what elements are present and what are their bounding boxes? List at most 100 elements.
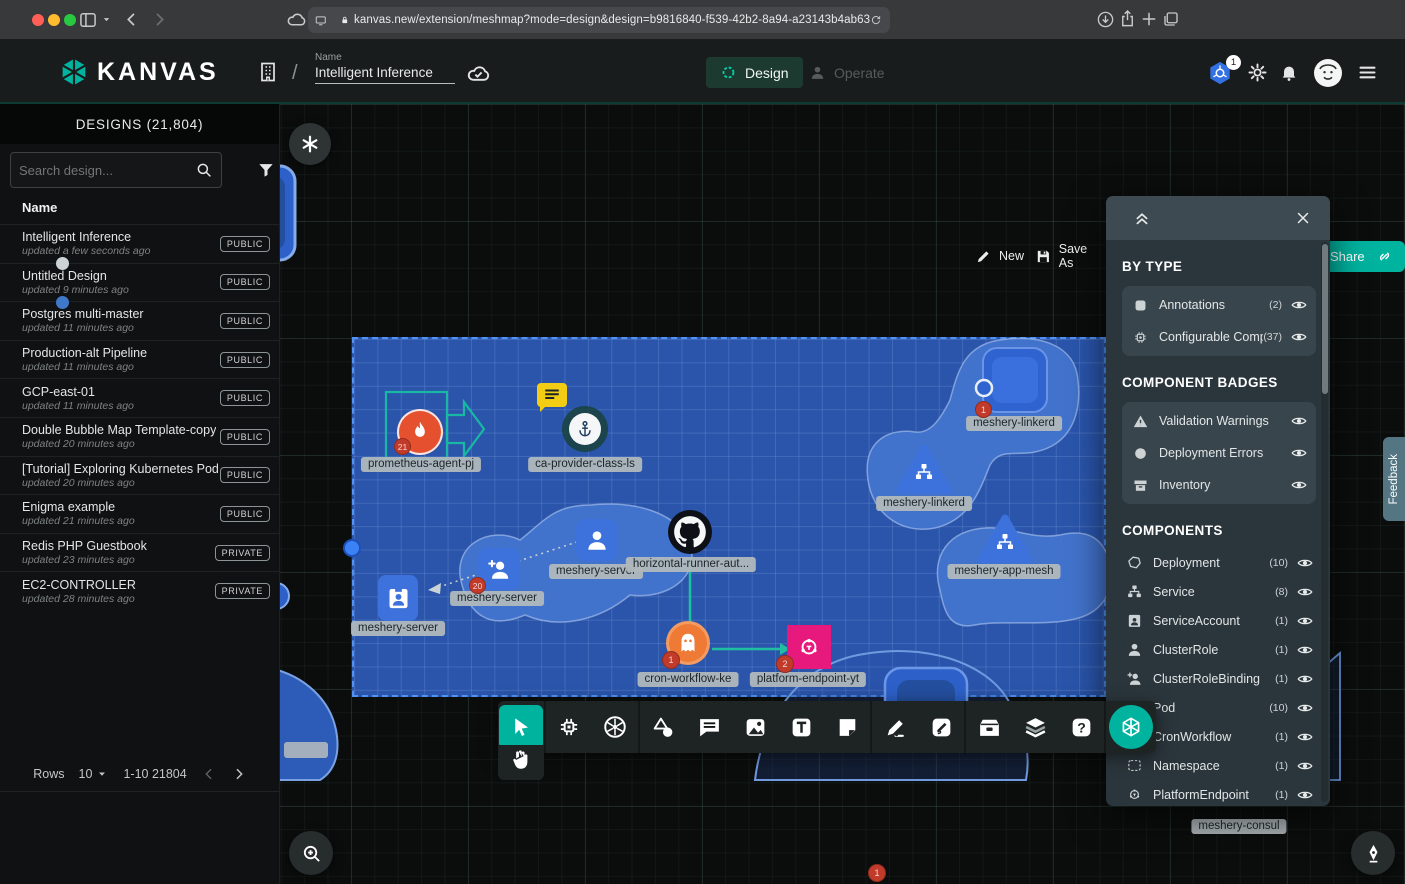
share-button[interactable]: Share (1318, 241, 1405, 272)
filter-icon[interactable] (256, 160, 276, 180)
new-tab-icon[interactable] (1140, 10, 1158, 28)
layers-tool-button[interactable] (1013, 705, 1057, 749)
comment-tool-button[interactable] (687, 705, 731, 749)
icloud-tab-icon[interactable] (286, 9, 307, 30)
collapse-all-icon[interactable] (1132, 208, 1152, 228)
eye-icon[interactable] (1296, 786, 1314, 804)
save-as-button[interactable]: Save As (1035, 242, 1104, 270)
node-server-card[interactable] (378, 575, 418, 621)
design-list-item[interactable]: Untitled Design updated 9 minutes ago PU… (0, 263, 280, 302)
notifications-bell-icon[interactable] (1279, 62, 1299, 82)
downloads-icon[interactable] (1096, 10, 1115, 29)
organization-icon[interactable] (256, 60, 280, 84)
new-button[interactable]: New (975, 248, 1024, 265)
forward-button[interactable] (150, 10, 169, 29)
panel-row-service[interactable]: Service (8) (1122, 577, 1316, 606)
node-comment-annotation[interactable] (537, 383, 567, 407)
help-tool-button[interactable] (1059, 705, 1103, 749)
panel-row-annotations[interactable]: Annotations (2) (1122, 289, 1316, 321)
design-name-input[interactable] (315, 63, 455, 84)
archive-tool-button[interactable] (967, 705, 1011, 749)
traffic-minimize-button[interactable] (48, 14, 60, 26)
meshery-extensions-button[interactable] (1109, 705, 1153, 749)
design-search-input[interactable] (19, 163, 195, 178)
panel-row-deployment-errors[interactable]: Deployment Errors (1122, 437, 1316, 469)
design-list-item[interactable]: Postgres multi-master updated 11 minutes… (0, 301, 280, 340)
image-tool-button[interactable] (733, 705, 777, 749)
next-page-icon[interactable] (231, 766, 247, 782)
panel-scrollbar[interactable] (1321, 242, 1328, 802)
close-icon[interactable] (1294, 209, 1312, 227)
annotate-fab-button[interactable] (1351, 831, 1395, 875)
design-list-item[interactable]: Enigma example updated 21 minutes ago PU… (0, 494, 280, 533)
share-icon[interactable] (1118, 9, 1137, 28)
panel-row-configurable-components[interactable]: Configurable Components (37) (1122, 321, 1316, 353)
node-github-runner[interactable] (668, 510, 712, 554)
select-tool-button[interactable] (499, 705, 543, 749)
kanvas-logo-icon[interactable] (58, 56, 90, 88)
panel-row-validation-warnings[interactable]: Validation Warnings (1122, 405, 1316, 437)
whiteboard-toggle-button[interactable] (289, 123, 331, 165)
pan-tool-button[interactable] (498, 745, 544, 780)
sidebar-toggle-icon[interactable] (78, 8, 98, 32)
panel-row-namespace[interactable]: Namespace (1) (1122, 751, 1316, 780)
settings-gear-icon[interactable] (1247, 62, 1268, 83)
node-service-linkerd[interactable] (896, 444, 952, 494)
text-tool-button[interactable] (779, 705, 823, 749)
shapes-tool-button[interactable] (641, 705, 685, 749)
freehand-tool-button[interactable] (919, 705, 963, 749)
traffic-close-button[interactable] (32, 14, 44, 26)
design-list-item[interactable]: GCP-east-01 updated 11 minutes ago PUBLI… (0, 378, 280, 417)
eye-icon[interactable] (1296, 641, 1314, 659)
tab-design[interactable]: Design (706, 57, 803, 88)
panel-row-clusterrole[interactable]: ClusterRole (1) (1122, 635, 1316, 664)
sidebar-chevron-icon[interactable] (100, 13, 113, 26)
design-list-item[interactable]: Redis PHP Guestbook updated 23 minutes a… (0, 533, 280, 572)
panel-row-deployment[interactable]: Deployment (10) (1122, 548, 1316, 577)
eye-icon[interactable] (1296, 670, 1314, 688)
feedback-tab[interactable]: Feedback (1383, 437, 1405, 521)
traffic-zoom-button[interactable] (64, 14, 76, 26)
page-settings-icon[interactable] (314, 12, 328, 29)
eye-icon[interactable] (1290, 296, 1308, 314)
tab-overview-icon[interactable] (1162, 10, 1180, 28)
eye-icon[interactable] (1290, 476, 1308, 494)
zoom-fab-button[interactable] (289, 831, 333, 875)
draw-tool-button[interactable] (873, 705, 917, 749)
design-list-item[interactable]: EC2-CONTROLLER updated 28 minutes ago PR… (0, 571, 280, 610)
reload-icon[interactable] (870, 13, 882, 28)
panel-row-inventory[interactable]: Inventory (1122, 469, 1316, 501)
back-button[interactable] (122, 10, 141, 29)
kanvas-logo-text[interactable]: KANVAS (97, 58, 219, 87)
eye-icon[interactable] (1296, 757, 1314, 775)
eye-icon[interactable] (1290, 328, 1308, 346)
eye-icon[interactable] (1296, 728, 1314, 746)
rows-per-page-select[interactable]: 10 (79, 767, 110, 781)
node-server-user[interactable] (576, 519, 618, 561)
column-header-name[interactable]: Name (22, 200, 57, 215)
address-bar[interactable]: kanvas.new/extension/meshmap?mode=design… (308, 7, 890, 33)
node-ca-provider[interactable] (562, 406, 608, 452)
components-tool-button[interactable] (547, 705, 591, 749)
design-list-item[interactable]: [Tutorial] Exploring Kubernetes Pod upda… (0, 456, 280, 495)
panel-row-clusterrolebinding[interactable]: ClusterRoleBinding (1) (1122, 664, 1316, 693)
design-list-item[interactable]: Intelligent Inference updated a few seco… (0, 224, 280, 263)
eye-icon[interactable] (1296, 699, 1314, 717)
design-list-item[interactable]: Double Bubble Map Template-copy updated … (0, 417, 280, 456)
design-search-box[interactable] (10, 152, 222, 188)
eye-icon[interactable] (1290, 412, 1308, 430)
eye-icon[interactable] (1296, 583, 1314, 601)
sticky-note-tool-button[interactable] (825, 705, 869, 749)
panel-row-platformendpoint[interactable]: PlatformEndpoint (1) (1122, 780, 1316, 806)
eye-icon[interactable] (1296, 554, 1314, 572)
eye-icon[interactable] (1290, 444, 1308, 462)
kubernetes-tool-button[interactable] (593, 705, 637, 749)
node-service-appmesh[interactable] (977, 514, 1033, 564)
design-list-item[interactable]: Production-alt Pipeline updated 11 minut… (0, 340, 280, 379)
prev-page-icon[interactable] (201, 766, 217, 782)
panel-row-serviceaccount[interactable]: ServiceAccount (1) (1122, 606, 1316, 635)
user-avatar[interactable] (1312, 57, 1344, 89)
menu-hamburger-icon[interactable] (1357, 62, 1378, 83)
eye-icon[interactable] (1296, 612, 1314, 630)
tab-operate[interactable]: Operate (795, 57, 899, 88)
